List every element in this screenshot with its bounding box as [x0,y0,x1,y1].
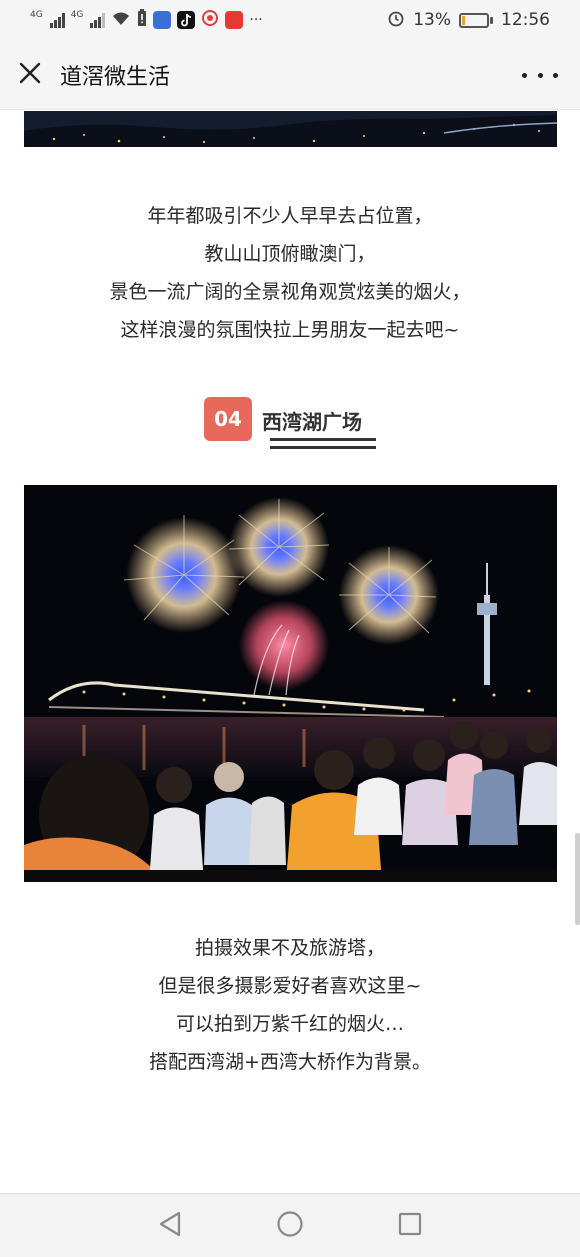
battery-icon [459,12,493,28]
paragraph-line: 教山山顶俯瞰澳门， [204,243,376,265]
status-left: 4G 4G ··· [30,8,263,32]
signal-icon [49,12,65,28]
title-bar: 道滘微生活 [0,40,580,110]
section-number-badge: 04 [204,397,252,441]
paragraph-line: 拍摄效果不及旅游塔， [194,937,385,959]
more-notifications-icon: ··· [249,12,263,28]
battery-percent: 13% [413,10,451,30]
title-underline [270,438,376,441]
title-underline [270,446,376,449]
paragraph-line: 景色一流广阔的全景视角观赏炫美的烟火， [109,281,471,303]
section-title: 西湾湖广场 [262,410,362,434]
battery-level-fill [462,15,466,25]
app-icon [225,11,244,29]
close-button[interactable] [0,40,60,110]
home-icon [276,1210,304,1242]
paragraph-line: 可以拍到万紫千红的烟火… [175,1013,404,1035]
home-button[interactable] [265,1201,315,1251]
more-options-button[interactable] [522,62,558,88]
signal-icon [90,12,106,28]
weibo-icon [201,9,219,32]
back-button[interactable] [145,1201,195,1251]
paragraph-line: 但是很多摄影爱好者喜欢这里~ [158,975,422,997]
network-type-label: 4G [30,10,43,20]
paragraph-line: 搭配西湾湖+西湾大桥作为背景。 [149,1051,431,1073]
page-title: 道滘微生活 [60,64,171,90]
alarm-icon [387,9,405,32]
system-nav-bar [0,1193,580,1257]
status-right: 13% 12:56 [387,9,550,32]
close-icon [19,62,41,88]
tiktok-icon [177,11,196,29]
article-content: 年年都吸引不少人早早去占位置， 教山山顶俯瞰澳门， 景色一流广阔的全景视角观赏炫… [0,111,580,1193]
network-type-label: 4G [70,10,84,20]
night-city-photo [24,111,557,147]
clock: 12:56 [501,10,550,30]
paragraph-2: 拍摄效果不及旅游塔， 但是很多摄影爱好者喜欢这里~ 可以拍到万紫千红的烟火… 搭… [0,929,580,1081]
paragraph-line: 这样浪漫的氛围快拉上男朋友一起去吧~ [120,319,460,341]
wifi-icon [111,10,131,31]
app-icon [153,11,172,29]
fireworks-photo [24,485,557,882]
back-icon [157,1210,183,1242]
recents-icon [397,1211,423,1241]
recents-button[interactable] [385,1201,435,1251]
status-bar: 4G 4G ··· 13% 12:56 [0,0,580,40]
battery-alert-icon [137,8,147,32]
more-icon [522,72,527,78]
scrollbar[interactable] [575,833,580,925]
paragraph-line: 年年都吸引不少人早早去占位置， [147,205,433,227]
paragraph-1: 年年都吸引不少人早早去占位置， 教山山顶俯瞰澳门， 景色一流广阔的全景视角观赏炫… [0,197,580,349]
